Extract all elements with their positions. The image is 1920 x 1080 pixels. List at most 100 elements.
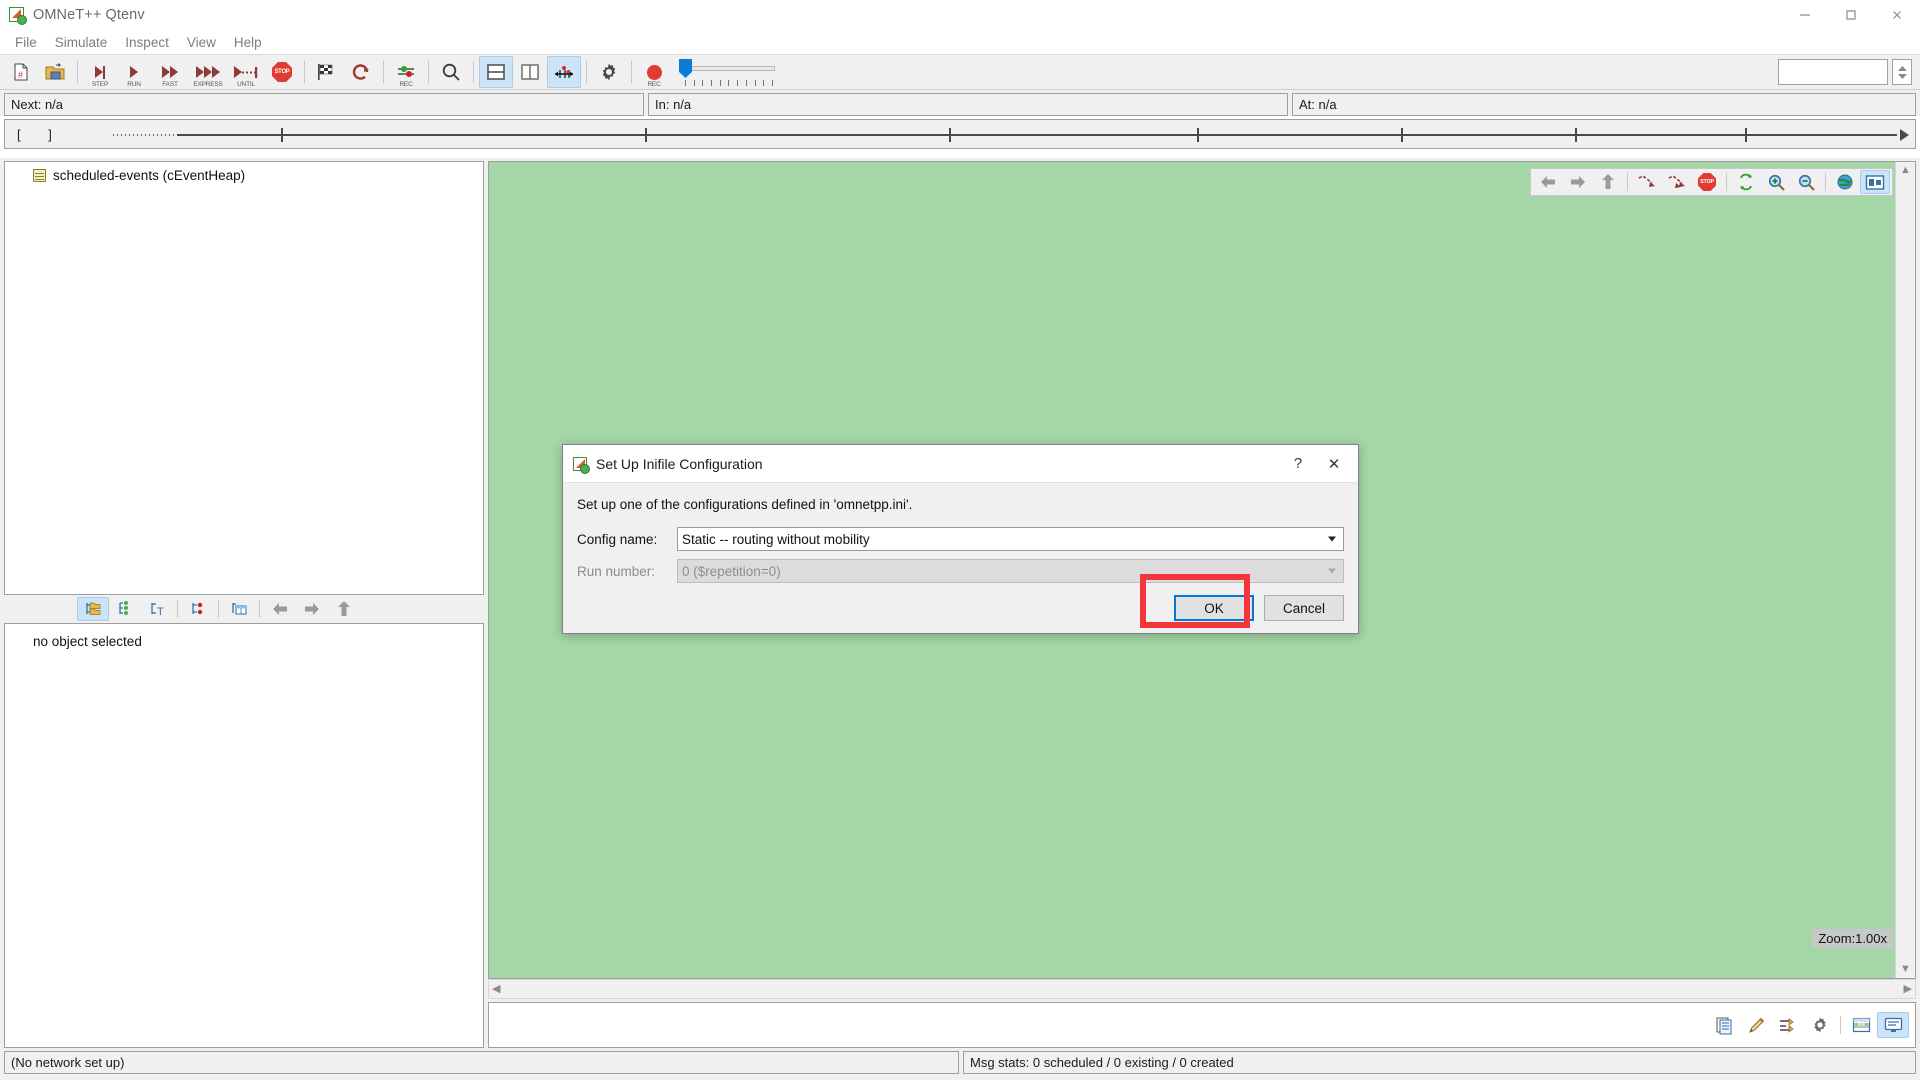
run-until-icon[interactable]: UNTIL [227, 56, 265, 88]
preferences-gear-icon[interactable] [592, 56, 626, 88]
nav-back-icon[interactable] [264, 597, 296, 621]
omnet-logo-icon [573, 456, 590, 474]
main-toolbar: # STEP RUN FAST EXPRESS UNTIL STOP REC R… [0, 54, 1920, 90]
tree-mode-inheritance-icon[interactable]: T [141, 597, 173, 621]
display-options-icon[interactable] [1860, 170, 1890, 194]
close-icon[interactable]: ✕ [1316, 447, 1352, 481]
record-animation-icon[interactable]: REC [637, 56, 671, 88]
object-detail-panel[interactable]: no object selected [4, 623, 484, 1048]
express-run-icon[interactable]: EXPRESS [189, 56, 227, 88]
scroll-right-icon[interactable]: ▶ [1904, 983, 1912, 995]
scroll-up-icon[interactable]: ▲ [1900, 165, 1911, 176]
no-object-selected-label: no object selected [33, 634, 142, 649]
stop-icon[interactable]: STOP [1692, 170, 1722, 194]
slider-ticks [685, 80, 773, 86]
filter-pen-icon[interactable] [1740, 1012, 1772, 1038]
nav-up-icon[interactable] [1593, 170, 1623, 194]
spinner-stepper[interactable] [1892, 59, 1912, 85]
menu-item-simulate[interactable]: Simulate [46, 33, 117, 52]
menu-item-view[interactable]: View [178, 33, 225, 52]
zoom-in-icon[interactable] [1761, 170, 1791, 194]
canvas-vertical-scrollbar[interactable]: ▲ ▼ [1895, 162, 1915, 978]
nav-back-icon[interactable] [1533, 170, 1563, 194]
menu-item-help[interactable]: Help [225, 33, 271, 52]
menu-item-file[interactable]: File [6, 33, 46, 52]
log-panel[interactable] [488, 1002, 1916, 1048]
animation-speed-slider[interactable] [679, 56, 775, 88]
show-module-icon[interactable] [1830, 170, 1860, 194]
zoom-out-icon[interactable] [1791, 170, 1821, 194]
timeline-dotted-segment [113, 134, 175, 136]
vertical-layout-icon[interactable] [513, 56, 547, 88]
toolbar-text-input[interactable] [1778, 59, 1888, 85]
horizontal-layout-icon[interactable] [479, 56, 513, 88]
ok-button[interactable]: OK [1174, 595, 1254, 621]
timeline-arrow-icon [1900, 129, 1909, 141]
dialog-description: Set up one of the configurations defined… [577, 497, 913, 512]
rebuild-network-icon[interactable] [344, 56, 378, 88]
record-label: REC [647, 81, 661, 88]
nav-forward-icon[interactable] [296, 597, 328, 621]
tree-mode-children-icon[interactable] [182, 597, 214, 621]
object-tree-panel[interactable]: scheduled-events (cEventHeap) [4, 161, 484, 595]
fast-run-until-icon[interactable] [1662, 170, 1692, 194]
close-icon[interactable] [1874, 0, 1920, 30]
until-label: UNTIL [237, 81, 255, 88]
log-options-gear-icon[interactable] [1804, 1012, 1836, 1038]
run-until-next-event-icon[interactable] [1632, 170, 1662, 194]
canvas-toolbar-separator [1825, 173, 1826, 191]
cancel-button[interactable]: Cancel [1264, 595, 1344, 621]
finish-flag-icon[interactable] [310, 56, 344, 88]
find-object-icon[interactable] [434, 56, 468, 88]
tree-mode-grouped-icon[interactable] [109, 597, 141, 621]
new-run-icon[interactable]: # [4, 56, 38, 88]
network-status-label: (No network set up) [4, 1050, 959, 1074]
log-view-icon[interactable] [1877, 1012, 1909, 1038]
canvas-horizontal-scrollbar[interactable]: ◀ ▶ [488, 979, 1916, 999]
run-number-label: Run number: [577, 563, 656, 579]
log-toolbar-separator [1840, 1016, 1841, 1034]
nav-up-icon[interactable] [328, 597, 360, 621]
slider-handle[interactable] [679, 59, 692, 78]
canvas-toolbar-separator [1726, 173, 1727, 191]
config-name-row: Config name: Static -- routing without m… [577, 527, 1344, 551]
tree-toolbar-separator [259, 600, 260, 618]
step-icon[interactable]: STEP [83, 56, 117, 88]
maximize-icon[interactable] [1828, 0, 1874, 30]
relayout-icon[interactable] [1731, 170, 1761, 194]
timeline-toggle-icon[interactable] [547, 56, 581, 88]
canvas-toolbar: STOP [1530, 168, 1893, 196]
fast-run-icon[interactable]: FAST [151, 56, 189, 88]
msg-stats-label: Msg stats: 0 scheduled / 0 existing / 0 … [963, 1050, 1916, 1074]
run-label: RUN [127, 81, 141, 88]
run-icon[interactable]: RUN [117, 56, 151, 88]
stop-icon[interactable]: STOP [265, 56, 299, 88]
message-table-view-icon[interactable] [1845, 1012, 1877, 1038]
tree-mode-flat-icon[interactable] [77, 597, 109, 621]
timeline[interactable]: [ ] [4, 119, 1916, 149]
config-name-select[interactable]: Static -- routing without mobility [677, 527, 1344, 551]
left-pane: scheduled-events (cEventHeap) T no objec… [4, 161, 484, 1048]
minimize-icon[interactable] [1782, 0, 1828, 30]
dialog-button-row: OK Cancel [1174, 595, 1344, 621]
copy-to-clipboard-icon[interactable] [1708, 1012, 1740, 1038]
tree-mode-table-icon[interactable] [223, 597, 255, 621]
svg-text:#: # [18, 70, 23, 80]
open-folder-icon[interactable] [38, 56, 72, 88]
setup-inifile-configuration-dialog[interactable]: Set Up Inifile Configuration ? ✕ Set up … [562, 444, 1359, 634]
filter-messages-icon[interactable] [1772, 1012, 1804, 1038]
status-next: Next: n/a [4, 93, 644, 116]
help-button[interactable]: ? [1280, 447, 1316, 481]
timeline-tick [1401, 128, 1403, 142]
event-log-record-icon[interactable]: REC [389, 56, 423, 88]
scroll-down-icon[interactable]: ▼ [1900, 964, 1911, 975]
timeline-tick [1575, 128, 1577, 142]
scroll-left-icon[interactable]: ◀ [492, 983, 500, 995]
status-in: In: n/a [648, 93, 1288, 116]
timeline-tick [949, 128, 951, 142]
nav-forward-icon[interactable] [1563, 170, 1593, 194]
tree-item-scheduled-events[interactable]: scheduled-events (cEventHeap) [5, 162, 483, 183]
toolbar-separator [383, 61, 384, 83]
toolbar-separator [631, 61, 632, 83]
menu-item-inspect[interactable]: Inspect [116, 33, 178, 52]
